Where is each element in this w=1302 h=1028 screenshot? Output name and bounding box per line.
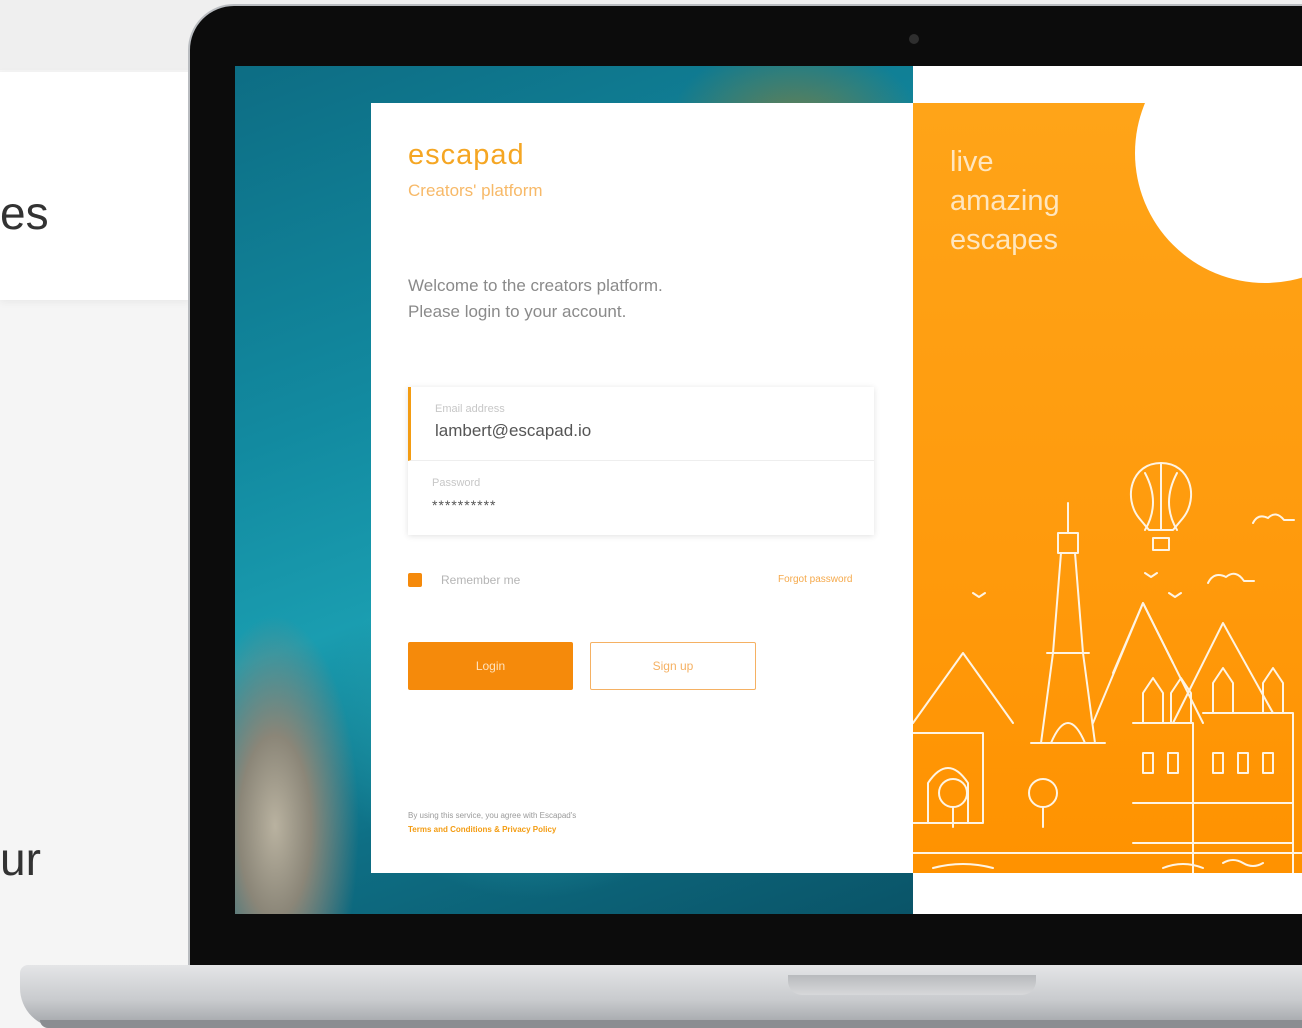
cloud-icon [1207,572,1255,584]
login-form-fields: Email address lambert@escapad.io Passwor… [408,387,874,535]
email-input[interactable]: lambert@escapad.io [435,421,874,441]
tagline-line: amazing [950,185,1060,217]
tagline-line: live [950,146,994,178]
legal-text: By using this service, you agree with Es… [408,811,577,820]
checkbox-checked-icon[interactable] [408,573,422,587]
promo-panel: live amazing escapes [913,103,1302,873]
brand-logo: escapad [408,139,525,171]
laptop-base [20,965,1302,1028]
tagline-line: escapes [950,224,1059,256]
login-card: escapad Creators' platform Welcome to th… [371,103,913,873]
sun-shape [1135,103,1302,283]
laptop-base-edge [40,1020,1302,1028]
promo-tagline: live amazing escapes [950,143,1060,260]
forgot-password-link[interactable]: Forgot password [778,574,852,585]
welcome-line: Please login to your account. [408,302,627,321]
password-input[interactable]: ********** [432,497,874,513]
camera-icon [909,34,919,44]
login-button[interactable]: Login [408,642,573,690]
balloon-lines [1144,462,1178,531]
password-field[interactable]: Password ********** [408,461,874,535]
welcome-line: Welcome to the creators platform. [408,276,663,295]
arch-icon [913,732,984,824]
cloud-icon [1252,513,1295,524]
brand-subtitle: Creators' platform [408,181,543,200]
password-field-label: Password [432,477,481,489]
city-skyline-illustration [913,462,1302,873]
signup-button[interactable]: Sign up [590,642,756,690]
background-text-fragment: ur [0,833,41,885]
remember-me-control[interactable]: Remember me [408,573,520,587]
eiffel-tower-icon [1030,502,1106,744]
welcome-message: Welcome to the creators platform. Please… [408,273,663,325]
laptop-screen: live amazing escapes escapad Creators' p… [235,66,1302,914]
remember-me-label: Remember me [441,573,521,587]
legal-notice: By using this service, you agree with Es… [408,809,576,837]
terms-privacy-link[interactable]: Terms and Conditions & Privacy Policy [408,823,576,837]
email-field-label: Email address [435,403,505,415]
laptop-base-notch [788,975,1036,995]
email-field[interactable]: Email address lambert@escapad.io [408,387,874,461]
background-text-fragment: es [0,187,49,239]
